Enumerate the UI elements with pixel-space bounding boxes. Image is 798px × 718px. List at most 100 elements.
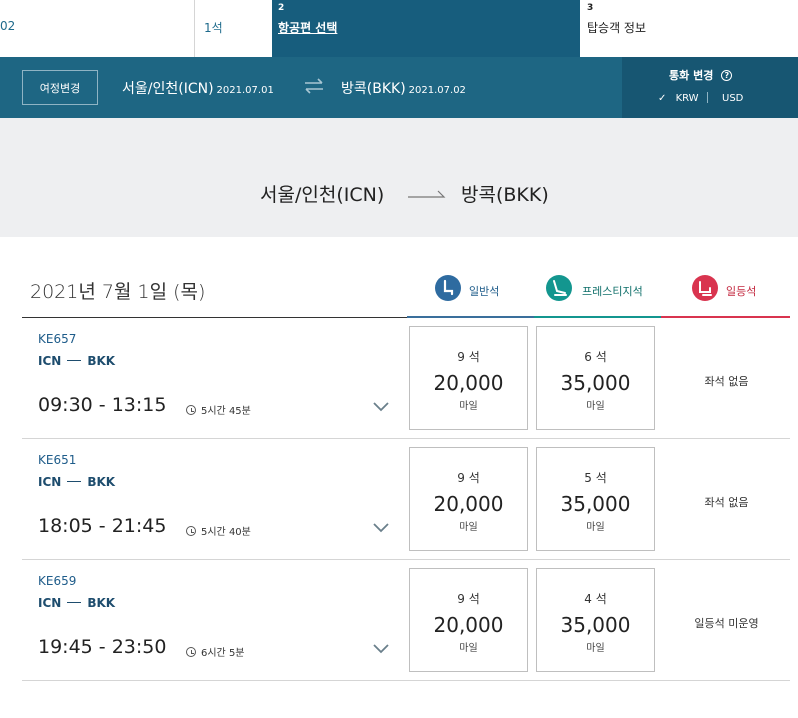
- tab-first-label: 일등석: [726, 285, 757, 298]
- flight-duration-text: 6시간 5분: [201, 648, 245, 659]
- prestige-seat-icon: [546, 275, 572, 301]
- chevron-down-icon[interactable]: [372, 522, 390, 534]
- route-origin: 서울/인천(ICN) 2021.07.01: [122, 78, 274, 98]
- route-destination-city: 방콕(BKK): [341, 81, 406, 97]
- flight-duration-text: 5시간 40분: [201, 527, 251, 538]
- step-flight-selection[interactable]: 2 항공편 선택: [272, 0, 580, 57]
- fare-seats: 6 석: [584, 350, 607, 364]
- fare-miles: 20,000: [433, 492, 504, 516]
- first-fare-status: 일등석 미운영: [694, 617, 759, 630]
- step-passenger-info[interactable]: 3 탑승객 정보: [580, 0, 798, 57]
- chevron-down-icon[interactable]: [372, 643, 390, 655]
- fare-unit: 마일: [586, 522, 605, 533]
- swap-arrows-icon: [305, 78, 323, 94]
- step-dates[interactable]: 02: [0, 0, 195, 57]
- economy-fare-card[interactable]: 9 석 20,000 마일: [409, 568, 528, 672]
- step-dates-label: 02: [0, 19, 16, 33]
- flight-row: KE657 ICN BKK 09:30 - 13:15 5시간 45분 9 석 2…: [22, 318, 790, 439]
- route-origin-date: 2021.07.01: [216, 85, 274, 96]
- flight-row: KE659 ICN BKK 19:45 - 23:50 6시간 5분 9 석 20…: [22, 560, 790, 681]
- tab-first[interactable]: 일등석: [661, 268, 790, 318]
- tab-prestige[interactable]: 프레스티지석: [534, 268, 661, 318]
- tab-economy[interactable]: 일반석: [407, 268, 534, 318]
- route-destination: 방콕(BKK) 2021.07.02: [341, 78, 466, 98]
- step-passenger-info-number: 3: [587, 3, 594, 13]
- change-itinerary-button[interactable]: 여정변경: [22, 70, 98, 105]
- fare-unit: 마일: [586, 401, 605, 412]
- fare-miles: 35,000: [560, 371, 631, 395]
- first-fare-status: 좌석 없음: [704, 496, 749, 509]
- route-origin-city: 서울/인천(ICN): [122, 81, 214, 97]
- flight-number: KE651: [38, 453, 77, 467]
- flight-duration-text: 5시간 45분: [201, 406, 251, 417]
- first-fare-status: 좌석 없음: [704, 375, 749, 388]
- flight-route: ICN BKK: [38, 354, 115, 368]
- prestige-fare-card[interactable]: 4 석 35,000 마일: [536, 568, 655, 672]
- currency-krw-label: KRW: [675, 93, 699, 104]
- tab-prestige-label: 프레스티지석: [582, 285, 643, 298]
- currency-panel: 통화 변경? ✓ KRW USD: [622, 57, 798, 118]
- flight-origin: ICN: [38, 596, 62, 610]
- chevron-down-icon[interactable]: [372, 401, 390, 413]
- step-passengers-count[interactable]: 1석: [196, 0, 272, 57]
- step-passenger-info-label: 탑승객 정보: [587, 21, 647, 35]
- prestige-fare-card[interactable]: 5 석 35,000 마일: [536, 447, 655, 551]
- flight-time: 18:05 - 21:45: [38, 515, 167, 537]
- currency-divider: [707, 92, 708, 103]
- route-bar: 여정변경 서울/인천(ICN) 2021.07.01 방콕(BKK) 2021.07…: [0, 57, 798, 118]
- flight-duration: 5시간 45분: [186, 402, 251, 417]
- fare-unit: 마일: [459, 522, 478, 533]
- flight-origin: ICN: [38, 354, 62, 368]
- fare-unit: 마일: [459, 643, 478, 654]
- fare-seats: 4 석: [584, 592, 607, 606]
- step-passengers-count-label: 1석: [204, 21, 223, 35]
- flight-time: 09:30 - 13:15: [38, 394, 167, 416]
- arrow-right-icon: [408, 190, 446, 198]
- flight-number: KE657: [38, 332, 77, 346]
- currency-title-text: 통화 변경: [669, 69, 714, 82]
- step-bar: 02 1석 2 항공편 선택 3 탑승객 정보: [0, 0, 798, 57]
- flight-duration: 5시간 40분: [186, 523, 251, 538]
- fare-miles: 35,000: [560, 613, 631, 637]
- fare-miles: 20,000: [433, 613, 504, 637]
- flight-origin: ICN: [38, 475, 62, 489]
- fare-seats: 9 석: [457, 592, 480, 606]
- flight-number: KE659: [38, 574, 77, 588]
- fare-miles: 20,000: [433, 371, 504, 395]
- fare-unit: 마일: [586, 643, 605, 654]
- clock-icon: [186, 405, 196, 415]
- economy-fare-card[interactable]: 9 석 20,000 마일: [409, 447, 528, 551]
- flight-destination: BKK: [87, 596, 116, 610]
- help-icon[interactable]: ?: [721, 70, 733, 81]
- step-flight-selection-label: 항공편 선택: [278, 21, 338, 35]
- tab-economy-label: 일반석: [469, 285, 500, 298]
- currency-option-krw[interactable]: ✓ KRW: [658, 93, 699, 104]
- clock-icon: [186, 526, 196, 536]
- flight-route: ICN BKK: [38, 475, 115, 489]
- flight-destination: BKK: [87, 354, 116, 368]
- route-dash: [67, 359, 82, 361]
- first-seat-icon: [692, 275, 718, 301]
- clock-icon: [186, 647, 196, 657]
- check-icon: ✓: [658, 93, 667, 104]
- departure-date-heading: 2021년 7월 1일 (목): [30, 281, 206, 303]
- route-destination-date: 2021.07.02: [408, 85, 466, 96]
- flight-time: 19:45 - 23:50: [38, 636, 167, 658]
- flight-duration: 6시간 5분: [186, 644, 245, 659]
- fare-seats: 5 석: [584, 471, 607, 485]
- fare-unit: 마일: [459, 401, 478, 412]
- economy-seat-icon: [435, 275, 461, 301]
- fare-miles: 35,000: [560, 492, 631, 516]
- summary-origin: 서울/인천(ICN): [260, 184, 385, 206]
- currency-option-usd[interactable]: USD: [722, 93, 743, 104]
- summary-destination: 방콕(BKK): [461, 184, 549, 206]
- currency-title: 통화 변경?: [669, 67, 733, 83]
- flight-destination: BKK: [87, 475, 116, 489]
- fare-seats: 9 석: [457, 350, 480, 364]
- economy-fare-card[interactable]: 9 석 20,000 마일: [409, 326, 528, 430]
- prestige-fare-card[interactable]: 6 석 35,000 마일: [536, 326, 655, 430]
- flight-row: KE651 ICN BKK 18:05 - 21:45 5시간 40분 9 석 2…: [22, 439, 790, 560]
- route-dash: [67, 480, 82, 482]
- route-summary: 서울/인천(ICN) 방콕(BKK): [0, 118, 798, 237]
- route-dash: [67, 601, 82, 603]
